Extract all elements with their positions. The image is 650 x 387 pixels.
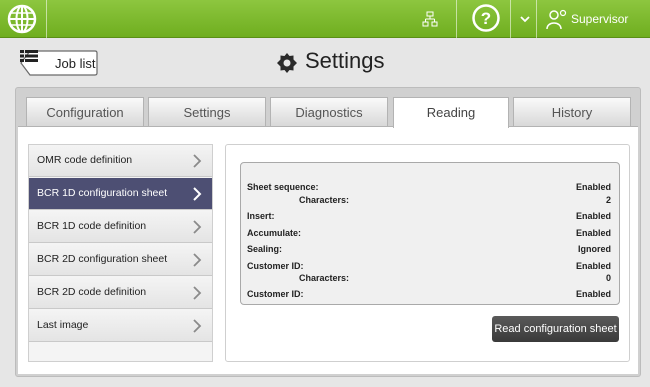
tab-history[interactable]: History (513, 97, 631, 127)
menu-item-label: BCR 2D code definition (37, 286, 147, 298)
chevron-right-icon (193, 253, 202, 267)
tab-configuration[interactable]: Configuration (26, 97, 144, 127)
page-title: Settings (305, 48, 385, 73)
menu-item-label: BCR 1D code definition (37, 220, 147, 232)
job-list-label: Job list (55, 56, 96, 71)
divider (510, 0, 511, 38)
row-label: Characters: (299, 273, 350, 283)
row-label: Sealing: (247, 244, 283, 254)
divider (46, 0, 47, 38)
row-value: Enabled (575, 182, 611, 192)
tab-reading[interactable]: Reading (393, 97, 509, 128)
menu-item-omr-code-definition[interactable]: OMR code definition (29, 145, 212, 177)
divider (536, 0, 537, 38)
row-label: Accumulate: (247, 228, 302, 238)
chevron-right-icon (193, 154, 202, 168)
chevron-right-icon (193, 319, 202, 333)
chevron-down-icon[interactable] (518, 11, 532, 27)
divider (456, 0, 457, 38)
row-value: Enabled (575, 228, 611, 238)
row-label: Sheet sequence: (247, 182, 319, 192)
row-label: Insert: (247, 211, 275, 221)
read-configuration-sheet-button[interactable]: Read configuration sheet (492, 316, 619, 342)
globe-icon[interactable] (6, 3, 38, 35)
gear-icon (277, 53, 297, 73)
tab-diagnostics[interactable]: Diagnostics (270, 97, 388, 127)
svg-text:?: ? (481, 9, 491, 28)
tab-settings[interactable]: Settings (148, 97, 266, 127)
chevron-right-icon (193, 220, 202, 234)
row-value: Ignored (578, 244, 611, 254)
top-bar: ? Supervisor (0, 0, 650, 38)
user-icon[interactable] (545, 8, 567, 30)
chevron-right-icon (193, 187, 202, 201)
menu-item-label: OMR code definition (37, 154, 133, 166)
menu-item-label: BCR 1D configuration sheet (37, 187, 168, 199)
chevron-right-icon (193, 286, 202, 300)
row-label: Customer ID: (247, 261, 304, 271)
row-value: Enabled (575, 211, 611, 221)
job-list-icon (20, 50, 38, 62)
help-icon[interactable]: ? (471, 3, 501, 33)
menu-item-bcr-2d-configuration-sheet[interactable]: BCR 2D configuration sheet (29, 244, 212, 276)
row-value: Enabled (575, 261, 611, 271)
reading-menu: OMR code definition BCR 1D configuration… (28, 144, 213, 362)
job-list-button[interactable]: Job list (20, 50, 98, 76)
row-value: Enabled (575, 289, 611, 299)
menu-item-label: BCR 2D configuration sheet (37, 253, 168, 265)
menu-item-bcr-2d-code-definition[interactable]: BCR 2D code definition (29, 277, 212, 309)
row-label: Customer ID: (247, 289, 304, 299)
menu-item-last-image[interactable]: Last image (29, 310, 212, 342)
menu-item-label: Last image (37, 319, 89, 331)
configuration-summary: Sheet sequence: Enabled Characters: 2 In… (240, 162, 620, 305)
row-value: 2 (605, 195, 611, 205)
row-label: Characters: (299, 195, 350, 205)
user-role[interactable]: Supervisor (571, 12, 628, 26)
row-value: 0 (605, 273, 611, 283)
network-icon (422, 11, 438, 27)
menu-item-bcr-1d-code-definition[interactable]: BCR 1D code definition (29, 211, 212, 243)
menu-item-bcr-1d-configuration-sheet[interactable]: BCR 1D configuration sheet (29, 178, 212, 210)
